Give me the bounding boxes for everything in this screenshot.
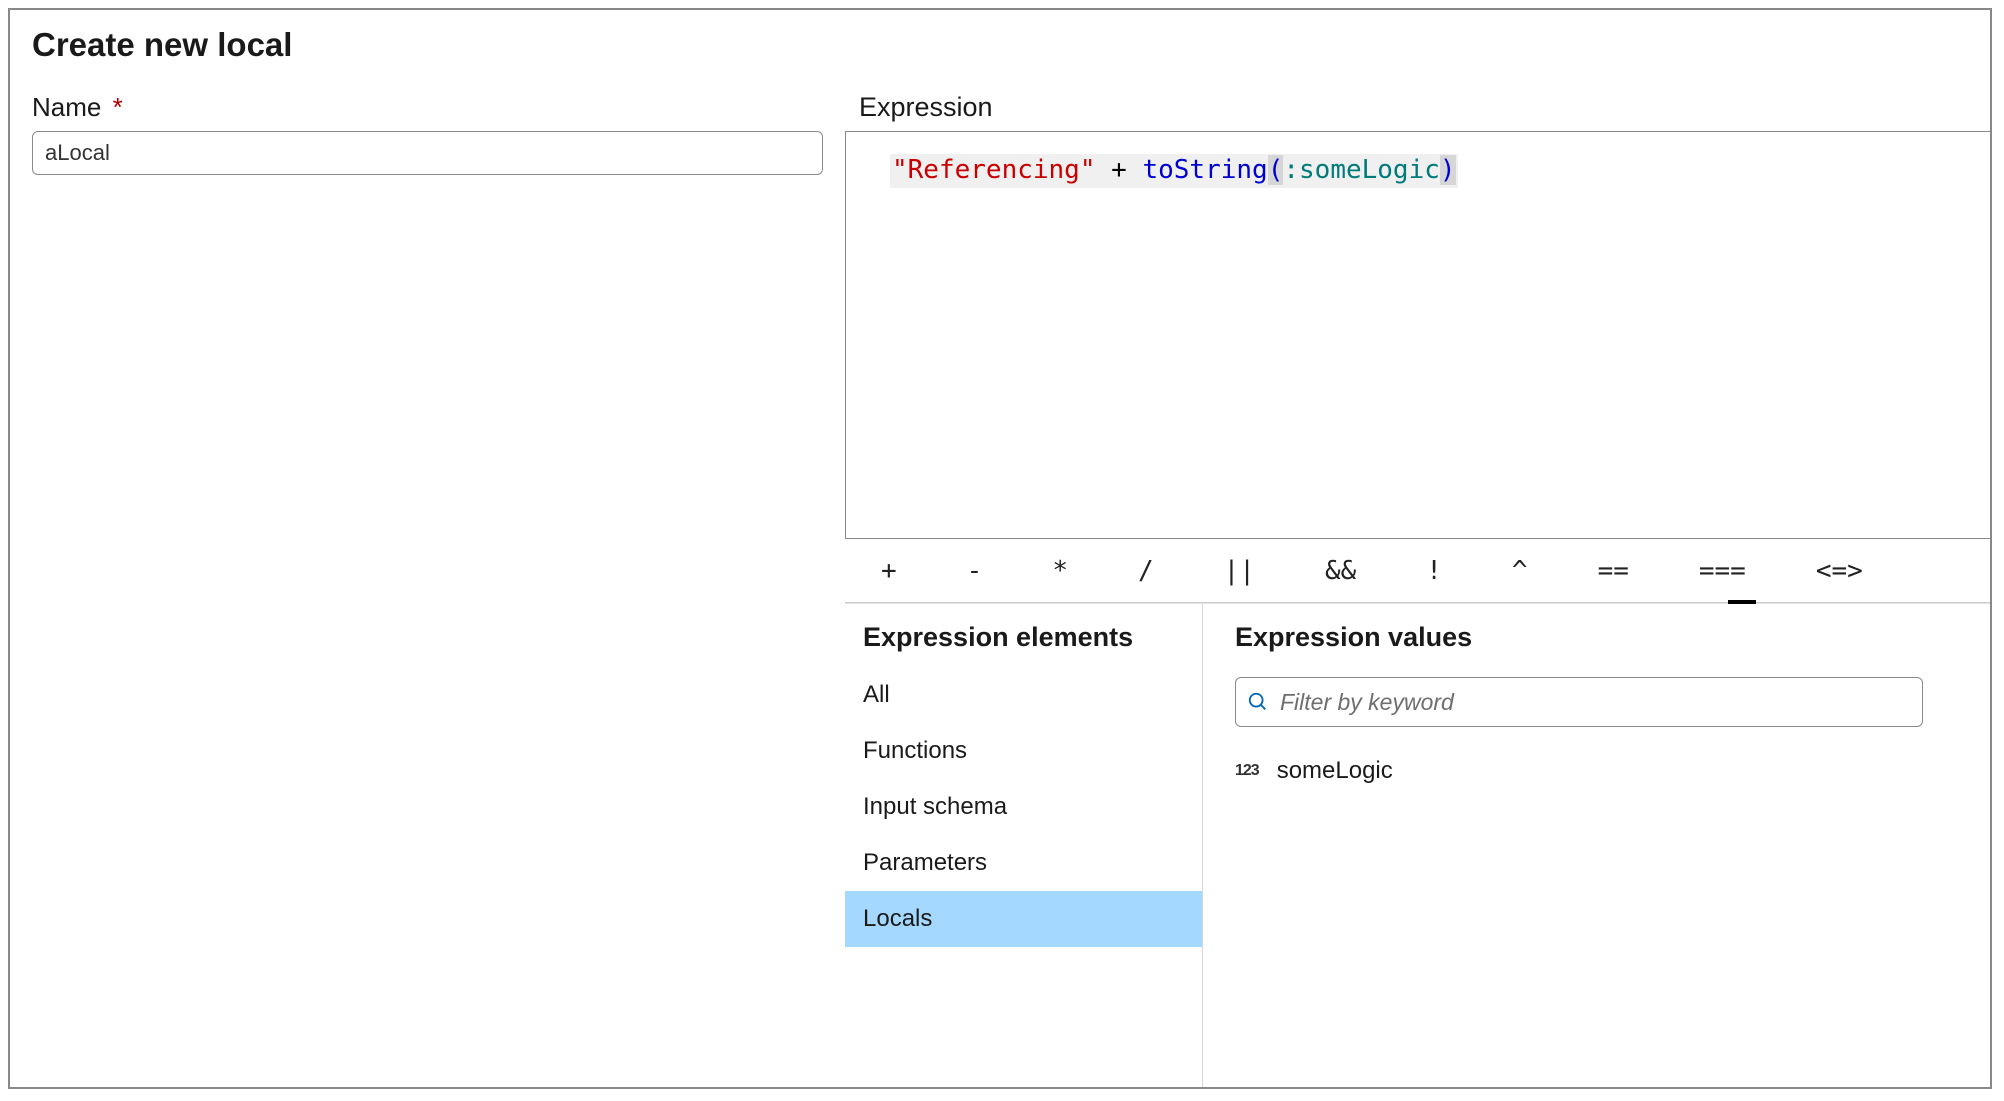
element-item-locals[interactable]: Locals bbox=[845, 891, 1202, 947]
operator-strict-eq[interactable]: === bbox=[1691, 552, 1754, 590]
operator-not[interactable]: ! bbox=[1418, 552, 1450, 590]
dialog: Create new local Name * Expression "Refe… bbox=[8, 8, 1992, 1089]
bottom-panel: Expression elements All Functions Input … bbox=[845, 603, 1990, 1087]
value-item[interactable]: 123 someLogic bbox=[1235, 751, 1966, 791]
filter-wrapper bbox=[1235, 677, 1966, 727]
element-item-functions[interactable]: Functions bbox=[845, 723, 1202, 779]
search-icon bbox=[1247, 691, 1269, 713]
dialog-title: Create new local bbox=[32, 26, 1968, 64]
name-label: Name * bbox=[32, 92, 823, 123]
values-title: Expression values bbox=[1235, 622, 1966, 667]
token-colon: : bbox=[1283, 155, 1299, 185]
token-open-paren: ( bbox=[1268, 155, 1284, 185]
operator-compare[interactable]: <=> bbox=[1808, 552, 1871, 590]
element-item-parameters[interactable]: Parameters bbox=[845, 835, 1202, 891]
required-indicator: * bbox=[113, 92, 123, 122]
main-area: Name * Expression "Referencing" + toStri… bbox=[10, 74, 1990, 1087]
token-plus: + bbox=[1111, 155, 1127, 185]
token-identifier: someLogic bbox=[1299, 155, 1440, 185]
operator-minus[interactable]: - bbox=[959, 552, 991, 590]
operator-plus[interactable]: + bbox=[873, 552, 905, 590]
operator-divide[interactable]: / bbox=[1130, 552, 1162, 590]
operator-eq[interactable]: == bbox=[1590, 552, 1637, 590]
elements-title: Expression elements bbox=[845, 622, 1202, 667]
number-type-icon: 123 bbox=[1235, 762, 1259, 780]
filter-input[interactable] bbox=[1235, 677, 1923, 727]
expression-editor[interactable]: "Referencing" + toString(:someLogic) bbox=[845, 131, 1990, 539]
token-close-paren: ) bbox=[1440, 155, 1456, 185]
operator-bar: + - * / || && ! ^ == === <=> bbox=[845, 539, 1990, 603]
left-column: Name * bbox=[10, 74, 845, 1087]
expression-values-panel: Expression values 123 someLogic bbox=[1203, 604, 1990, 1087]
operator-and[interactable]: && bbox=[1317, 552, 1364, 590]
dialog-header: Create new local bbox=[10, 10, 1990, 74]
element-item-all[interactable]: All bbox=[845, 667, 1202, 723]
operator-or[interactable]: || bbox=[1216, 552, 1263, 590]
token-space bbox=[1096, 155, 1112, 185]
token-space bbox=[1127, 155, 1143, 185]
token-function: toString bbox=[1142, 155, 1267, 185]
operator-xor[interactable]: ^ bbox=[1504, 552, 1536, 590]
name-input[interactable] bbox=[32, 131, 823, 175]
token-string: "Referencing" bbox=[892, 155, 1096, 185]
right-column: Expression "Referencing" + toString(:som… bbox=[845, 74, 1990, 1087]
expression-label: Expression bbox=[845, 92, 1990, 131]
element-item-input-schema[interactable]: Input schema bbox=[845, 779, 1202, 835]
name-label-text: Name bbox=[32, 92, 101, 122]
operator-multiply[interactable]: * bbox=[1044, 552, 1076, 590]
expression-elements-panel: Expression elements All Functions Input … bbox=[845, 604, 1203, 1087]
value-item-label: someLogic bbox=[1277, 757, 1393, 785]
